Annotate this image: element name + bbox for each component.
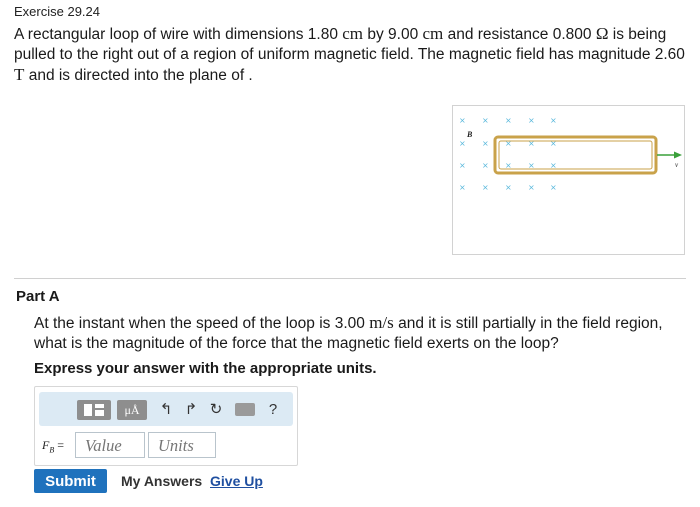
part-title: Part A xyxy=(16,288,60,305)
velocity-label: v xyxy=(675,161,679,169)
magnetic-field-figure: × × × × × × × × × × × × × × × × × × × × B v xyxy=(452,105,685,255)
field-mark: × xyxy=(528,183,535,192)
field-mark: × xyxy=(550,183,557,192)
answer-toolbar: μÅ ↰ ↱ ↻ ? xyxy=(39,392,293,426)
template-block-icon xyxy=(95,410,104,416)
submit-button[interactable]: Submit xyxy=(34,469,107,493)
answer-instruction: Express your answer with the appropriate… xyxy=(34,360,377,377)
undo-icon[interactable]: ↰ xyxy=(157,400,175,420)
wire-loop-outer xyxy=(493,135,658,175)
field-mark: × xyxy=(505,116,512,125)
redo-icon[interactable]: ↱ xyxy=(182,400,200,420)
value-input[interactable] xyxy=(75,432,145,458)
my-answers-link[interactable]: My Answers xyxy=(121,473,202,489)
field-mark: × xyxy=(528,139,535,148)
problem-statement: A rectangular loop of wire with dimensio… xyxy=(14,24,685,84)
answer-box: μÅ ↰ ↱ ↻ ? FB = xyxy=(34,386,298,466)
field-mark: × xyxy=(505,183,512,192)
velocity-arrowhead xyxy=(674,151,682,159)
field-mark: × xyxy=(550,116,557,125)
field-mark: × xyxy=(459,161,466,170)
help-button[interactable]: ? xyxy=(265,400,281,420)
answer-label: FB = xyxy=(42,438,65,455)
field-mark: × xyxy=(459,116,466,125)
figure-drawing: × × × × ×× × × × ×× × × × ×× × × × × B v xyxy=(459,116,682,192)
exercise-title: Exercise 29.24 xyxy=(14,4,100,19)
units-input[interactable] xyxy=(148,432,216,458)
field-mark: × xyxy=(528,116,535,125)
field-mark: × xyxy=(505,139,512,148)
section-divider xyxy=(14,278,686,279)
field-mark: × xyxy=(482,139,489,148)
field-mark: × xyxy=(482,116,489,125)
part-question: At the instant when the speed of the loo… xyxy=(34,313,663,352)
template-block-icon xyxy=(84,404,92,416)
field-mark: × xyxy=(482,161,489,170)
field-mark: × xyxy=(550,139,557,148)
reset-icon[interactable]: ↻ xyxy=(207,400,225,420)
field-label: B xyxy=(466,130,473,139)
give-up-link[interactable]: Give Up xyxy=(210,473,263,489)
field-mark: × xyxy=(459,139,466,148)
field-mark: × xyxy=(482,183,489,192)
keyboard-icon[interactable] xyxy=(235,403,255,416)
field-mark: × xyxy=(459,183,466,192)
template-block-icon xyxy=(95,404,104,408)
templates-button[interactable] xyxy=(77,400,111,420)
units-button[interactable]: μÅ xyxy=(117,400,147,420)
wire-loop-inner xyxy=(498,140,653,170)
